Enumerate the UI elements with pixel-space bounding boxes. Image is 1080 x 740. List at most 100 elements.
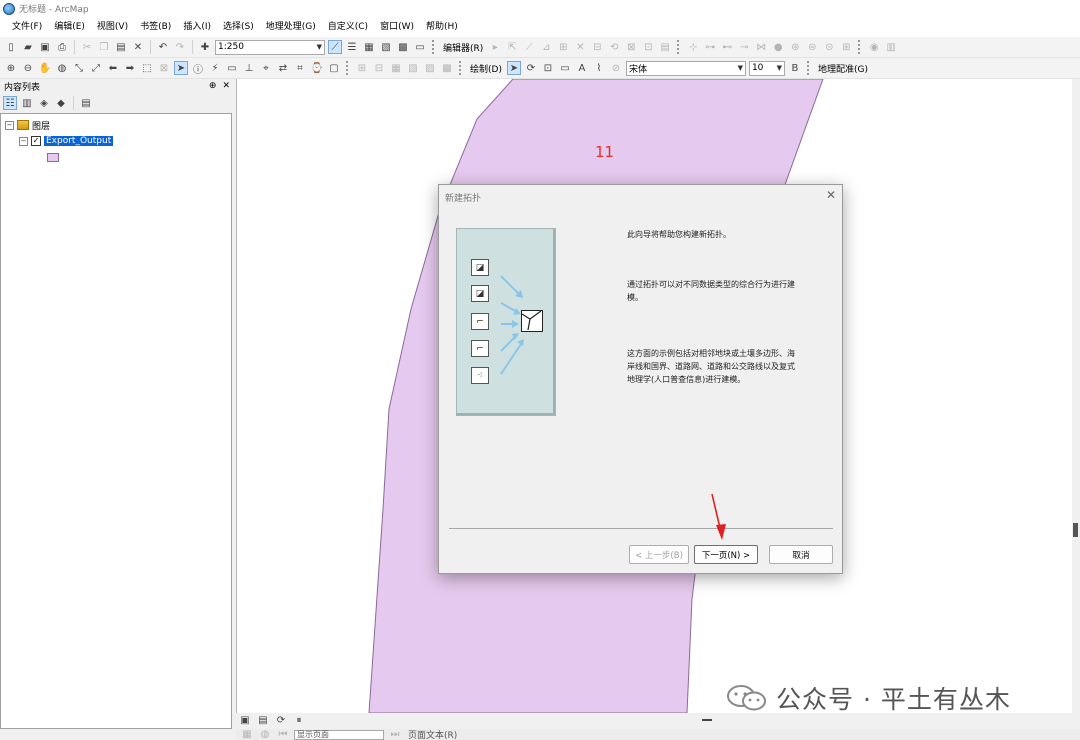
data-view-icon[interactable]: ▣ [238,713,252,727]
toolbar-grip[interactable] [806,61,811,75]
list-by-visibility-icon[interactable]: ◈ [37,96,51,110]
cancel-button[interactable]: 取消 [769,545,833,564]
cut-icon[interactable]: ✂ [80,40,94,54]
attributes-icon[interactable]: ⊠ [624,40,638,54]
catalog-icon[interactable]: ▦ [362,40,376,54]
close-icon[interactable]: ✕ [222,81,230,91]
edit-vertices-icon[interactable]: ⌇ [592,61,606,75]
menu-geoprocessing[interactable]: 地理处理(G) [260,17,322,37]
toc-options-icon[interactable]: ▤ [79,96,93,110]
fix-topology-icon[interactable]: ⊜ [805,40,819,54]
toolbar-grip[interactable] [677,40,681,54]
edit-tool-icon[interactable]: ▸ [488,40,502,54]
bold-icon[interactable]: B [788,61,802,75]
polygon-symbol-swatch[interactable] [47,152,59,162]
pan-icon[interactable]: ✋ [38,61,52,75]
html-popup-icon[interactable]: ▭ [225,61,239,75]
vertex-icon[interactable]: ⊿ [539,40,553,54]
time-slider-icon[interactable]: ⌚ [310,61,324,75]
menu-customize[interactable]: 自定义(C) [322,17,374,37]
toolbar-grip[interactable] [346,61,350,75]
splitter-handle[interactable] [702,719,712,721]
select-features-icon[interactable]: ⬚ [140,61,154,75]
draw-select-icon[interactable]: ➤ [506,61,521,75]
open-folder-icon[interactable]: ▰ [21,40,35,54]
editor-toolbar-icon[interactable]: ⟋ [328,40,342,54]
text-icon[interactable]: A [575,61,589,75]
page-icon[interactable]: ▦ [240,729,254,740]
create-features-icon[interactable]: ▤ [658,40,672,54]
refresh-icon[interactable]: ⟳ [274,713,288,727]
menu-windows[interactable]: 窗口(W) [374,17,420,37]
layout-back-icon[interactable]: ▩ [440,61,454,75]
sketch-properties-icon[interactable]: ⊡ [641,40,655,54]
python-window-icon[interactable]: ▭ [413,40,427,54]
full-extent-icon[interactable]: ◍ [55,61,69,75]
shared-features-icon[interactable]: ⊞ [839,40,853,54]
reshape-icon[interactable]: ⊞ [556,40,570,54]
print-icon[interactable]: ⎙ [55,40,69,54]
collapse-icon[interactable]: − [5,120,14,130]
undo-icon[interactable]: ↶ [156,40,170,54]
layout-zoom-in-icon[interactable]: ⊞ [355,61,369,75]
page-combo[interactable]: 显示页面 [294,729,384,740]
topology-table-icon[interactable]: ⊝ [822,40,836,54]
forward-extent-icon[interactable]: ➡ [123,61,137,75]
back-extent-icon[interactable]: ⬅ [106,61,120,75]
page-text-menu[interactable]: 页面文本(R) [406,729,459,740]
identify-icon[interactable]: ⓘ [191,61,205,76]
zoom-out-icon[interactable]: ⊖ [21,61,35,75]
menu-edit[interactable]: 编辑(E) [48,17,91,37]
layout-view-icon[interactable]: ▤ [256,713,270,727]
find-icon[interactable]: ⌖ [259,61,273,75]
rectangle-icon[interactable]: ▭ [558,61,572,75]
toolbar-grip[interactable] [858,40,862,54]
topology-align-icon[interactable]: ⋈ [754,40,768,54]
tree-row-layers[interactable]: − 图层 [5,117,227,133]
hyperlink-icon[interactable]: ⚡ [208,61,222,75]
clear-selection-icon[interactable]: ⊠ [157,61,171,75]
save-icon[interactable]: ▣ [38,40,52,54]
delete-icon[interactable]: ✕ [131,40,145,54]
menu-bookmarks[interactable]: 书签(B) [134,17,177,37]
list-by-drawing-order-icon[interactable]: ☷ [3,96,17,110]
arctoolbox-icon[interactable]: ▩ [396,40,410,54]
new-document-icon[interactable]: ▯ [4,40,18,54]
topology-edit-icon[interactable]: ⊹ [686,40,700,54]
next-page-icon[interactable]: ⏭ [388,729,402,740]
first-page-icon[interactable]: ⏮ [276,729,290,740]
menu-view[interactable]: 视图(V) [91,17,134,37]
advanced-edit-icon[interactable]: ◉ [867,40,881,54]
rotate-icon[interactable]: ⟲ [607,40,621,54]
layout-pan-icon[interactable]: ▦ [389,61,403,75]
back-button[interactable]: < 上一步(B) [629,545,689,564]
scrollbar-thumb[interactable] [1073,523,1078,537]
toolbar-grip[interactable] [432,40,436,54]
collapse-icon[interactable]: − [19,136,28,146]
map-scale-combo[interactable]: 1:250 ▼ [215,39,325,55]
next-button[interactable]: 下一页(N) > [694,545,758,564]
create-viewer-icon[interactable]: ▢ [327,61,341,75]
cut-polygon-icon[interactable]: ✕ [573,40,587,54]
list-by-source-icon[interactable]: ▥ [20,96,34,110]
menu-selection[interactable]: 选择(S) [217,17,260,37]
tree-row-export-output[interactable]: − ✓ Export_Output [5,133,227,149]
pin-icon[interactable]: ⊕ [209,81,217,91]
pause-drawing-icon[interactable]: ⏸ [292,713,306,727]
font-size-combo[interactable]: 10 ▼ [748,60,785,76]
find-route-icon[interactable]: ⇄ [276,61,290,75]
georeferencing-menu[interactable]: 地理配准(G) [816,62,870,75]
paste-icon[interactable]: ▤ [114,40,128,54]
generalize-icon[interactable]: ▥ [884,40,898,54]
menu-insert[interactable]: 插入(I) [177,17,217,37]
font-icon[interactable]: ⊘ [609,61,623,75]
layout-100-icon[interactable]: ▨ [423,61,437,75]
fixed-zoom-in-icon[interactable]: ⤡ [72,61,86,75]
menu-help[interactable]: 帮助(H) [420,17,464,37]
split-icon[interactable]: ⊟ [590,40,604,54]
topology-edge-icon[interactable]: ⊷ [720,40,734,54]
layout-zoom-out-icon[interactable]: ⊟ [372,61,386,75]
layers-group-label[interactable]: 图层 [32,119,50,132]
error-inspector-icon[interactable]: ⊛ [788,40,802,54]
dialog-close-icon[interactable]: ✕ [826,188,836,202]
